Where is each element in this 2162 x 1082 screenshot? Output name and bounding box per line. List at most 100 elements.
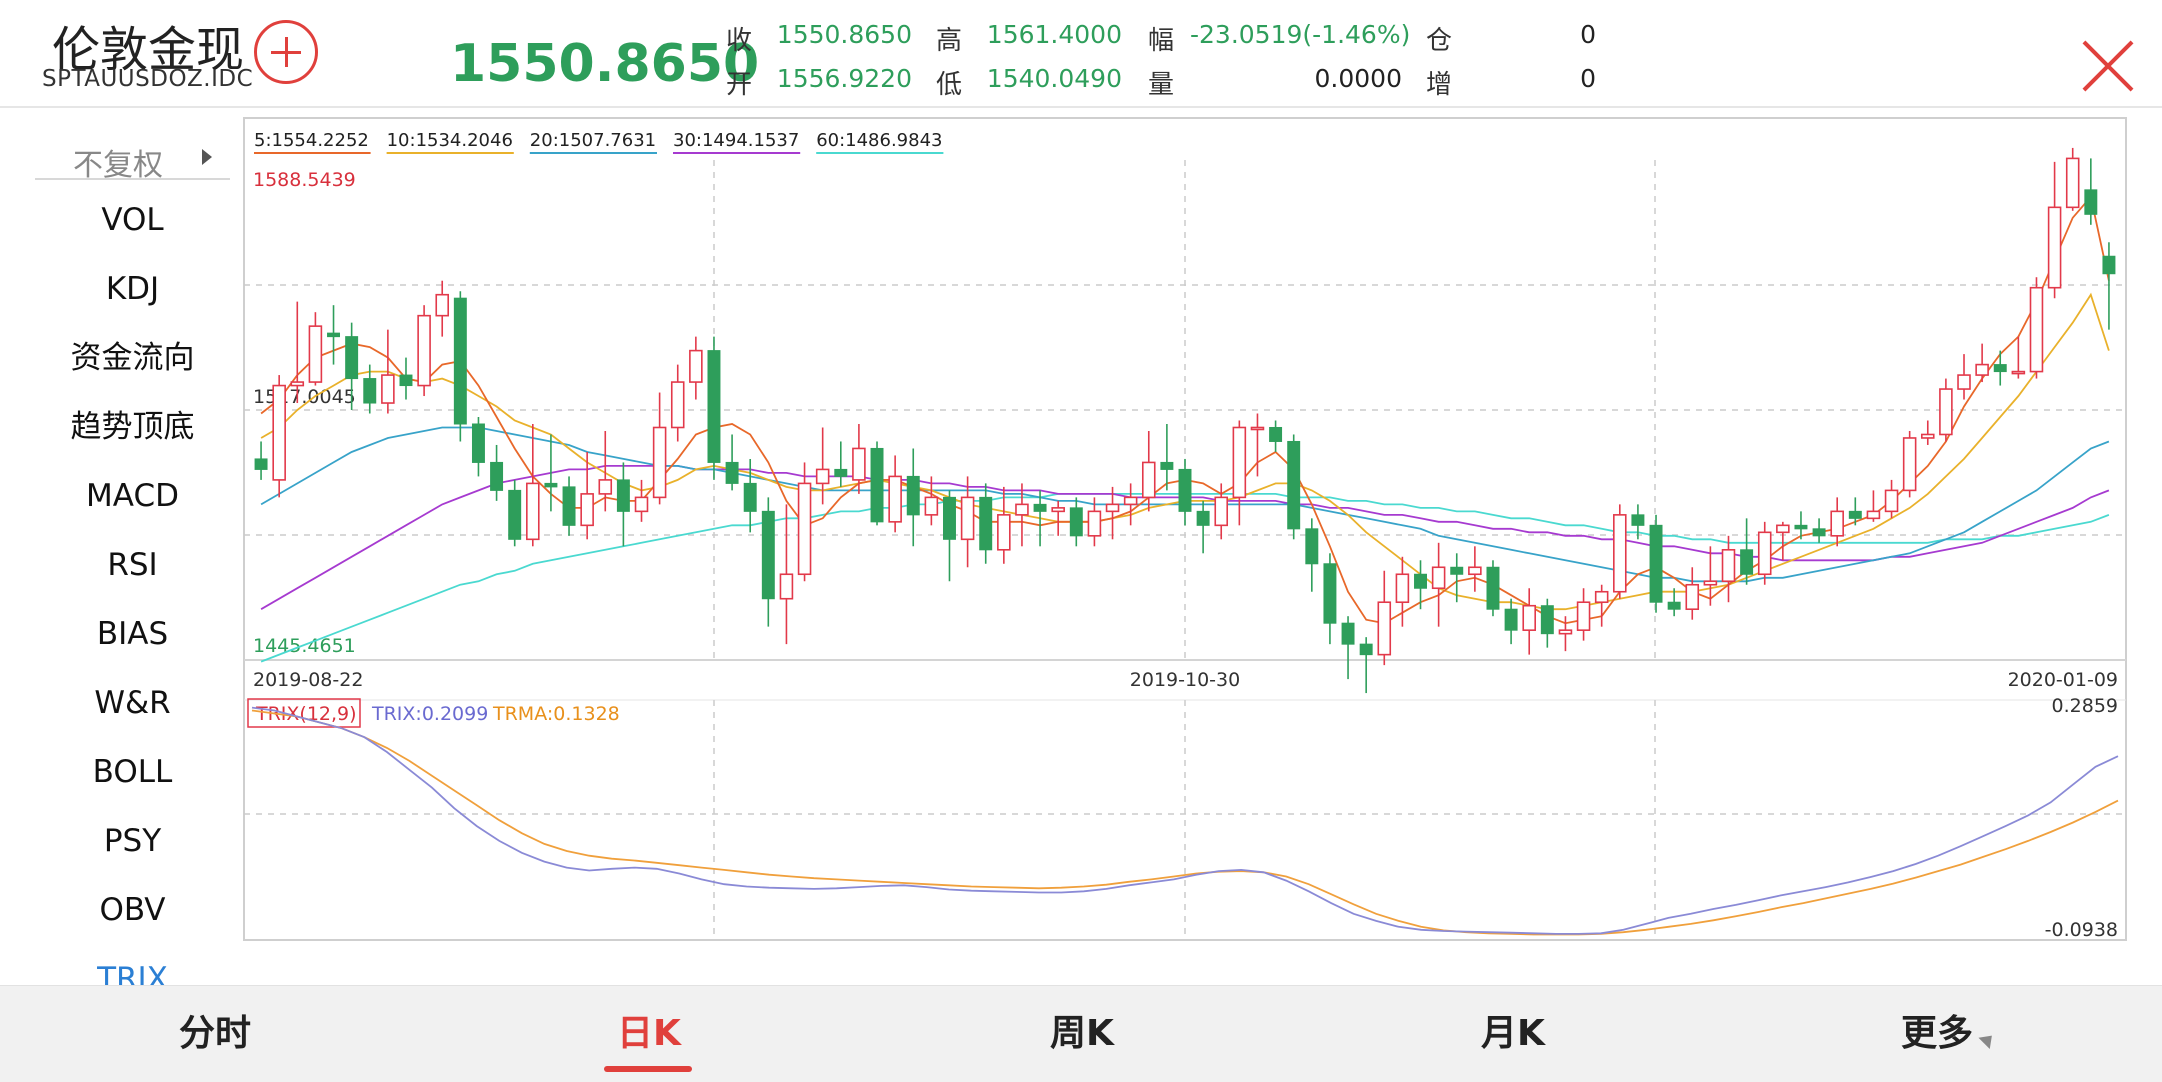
candle-body bbox=[1613, 514, 1627, 593]
candle-body bbox=[2065, 157, 2080, 209]
candle-body bbox=[1540, 605, 1554, 635]
candle-body bbox=[924, 496, 939, 516]
x-label-start: 2019-08-22 bbox=[253, 669, 363, 691]
candle-body bbox=[471, 423, 485, 463]
candle-body bbox=[1740, 549, 1754, 575]
candle-body bbox=[1178, 468, 1192, 512]
candle-body bbox=[1848, 510, 1862, 519]
candle-body bbox=[670, 381, 685, 429]
candle-body bbox=[1486, 566, 1500, 610]
active-tab-indicator bbox=[604, 1066, 692, 1072]
candle-body bbox=[1631, 514, 1645, 526]
candle-body bbox=[1431, 566, 1446, 590]
candle-body bbox=[1015, 503, 1029, 516]
candle-body bbox=[779, 573, 794, 600]
candle-body bbox=[272, 384, 286, 481]
candle-body bbox=[580, 493, 594, 527]
candle-body bbox=[2047, 206, 2062, 289]
candle-body bbox=[1975, 363, 1989, 376]
y-max-label: 1588.5439 bbox=[253, 169, 356, 191]
candle-body bbox=[1051, 507, 1065, 513]
candle-body bbox=[399, 374, 413, 387]
candle-body bbox=[308, 325, 323, 383]
candle-body bbox=[598, 479, 613, 495]
period-tabbar: 分时 日K 周K 月K 更多 bbox=[0, 985, 2162, 1082]
candle-body bbox=[834, 468, 848, 477]
candle-body bbox=[1649, 524, 1663, 603]
candle-body bbox=[1504, 608, 1518, 631]
candle-body bbox=[1450, 566, 1464, 575]
x-label-mid: 2019-10-30 bbox=[1130, 669, 1240, 691]
candle-body bbox=[1214, 496, 1229, 527]
candle-body bbox=[1703, 580, 1718, 586]
candle-body bbox=[381, 374, 395, 404]
candle-body bbox=[906, 475, 920, 516]
candle-body bbox=[1287, 440, 1301, 530]
candle-body bbox=[1830, 510, 1844, 537]
candle-body bbox=[345, 336, 359, 380]
candle-body bbox=[1558, 629, 1573, 635]
candle-body bbox=[870, 447, 884, 523]
candle-body bbox=[1866, 510, 1881, 520]
candle-body bbox=[2029, 286, 2044, 373]
candle-body bbox=[1323, 563, 1337, 624]
candle-body bbox=[707, 350, 721, 463]
candle-body bbox=[852, 447, 866, 481]
candle-body bbox=[1884, 489, 1899, 513]
candle-body bbox=[1685, 583, 1700, 611]
candle-body bbox=[544, 482, 558, 488]
candle-body bbox=[634, 496, 649, 513]
candle-body bbox=[997, 514, 1011, 551]
ma-legend-ma10: 10:1534.2046 bbox=[387, 130, 513, 151]
tab-daily-k[interactable]: 日K bbox=[584, 1004, 714, 1064]
candle-body bbox=[363, 378, 377, 404]
candle-body bbox=[1377, 601, 1392, 656]
ma-legend-ma5: 5:1554.2252 bbox=[254, 130, 369, 151]
candles bbox=[254, 147, 2116, 694]
candle-body bbox=[652, 426, 667, 499]
candle-body bbox=[616, 479, 630, 512]
candle-body bbox=[508, 489, 522, 540]
candle-body bbox=[1069, 507, 1083, 537]
candle-body bbox=[290, 381, 305, 387]
candle-body bbox=[1920, 433, 1935, 439]
candle-body bbox=[1902, 437, 1917, 492]
candle-body bbox=[725, 461, 739, 484]
candle-body bbox=[1993, 364, 2007, 373]
chart-grid bbox=[244, 160, 2126, 935]
candle-body bbox=[960, 496, 975, 541]
candle-body bbox=[327, 332, 341, 338]
tab-monthly-k[interactable]: 月K bbox=[1448, 1004, 1578, 1064]
x-label-end: 2020-01-09 bbox=[2008, 669, 2118, 691]
candle-body bbox=[1522, 604, 1536, 631]
candle-body bbox=[797, 482, 812, 576]
candle-body bbox=[743, 482, 757, 512]
candle-body bbox=[1395, 573, 1410, 604]
candle-body bbox=[1359, 643, 1373, 656]
kline-chart[interactable]: 5:1554.2252 10:1534.2046 20:1507.7631 30:14… bbox=[0, 0, 2162, 985]
candle-body bbox=[1576, 601, 1591, 631]
candle-body bbox=[1594, 590, 1609, 604]
candle-body bbox=[1033, 503, 1047, 512]
ma-legend-ma30: 30:1494.1537 bbox=[673, 130, 799, 151]
trix-y-min-label: -0.0938 bbox=[2045, 919, 2118, 941]
candle-body bbox=[979, 496, 993, 551]
candle-body bbox=[761, 510, 775, 600]
tab-weekly-k[interactable]: 周K bbox=[1017, 1004, 1147, 1064]
candle-body bbox=[2011, 370, 2026, 375]
ma-legend-ma60: 60:1486.9843 bbox=[816, 130, 942, 151]
candle-body bbox=[1939, 388, 1953, 436]
candle-body bbox=[1087, 510, 1102, 537]
candle-body bbox=[1250, 426, 1265, 431]
candle-body bbox=[254, 458, 268, 470]
candle-body bbox=[1721, 548, 1736, 583]
candle-body bbox=[453, 297, 467, 425]
candle-body bbox=[1232, 426, 1247, 499]
candle-body bbox=[888, 475, 902, 523]
candle-body bbox=[1269, 426, 1283, 442]
tab-intraday[interactable]: 分时 bbox=[150, 1004, 280, 1064]
candle-body bbox=[815, 468, 830, 485]
candle-body bbox=[1757, 531, 1772, 576]
candle-body bbox=[1341, 622, 1355, 645]
candle-body bbox=[943, 496, 956, 540]
